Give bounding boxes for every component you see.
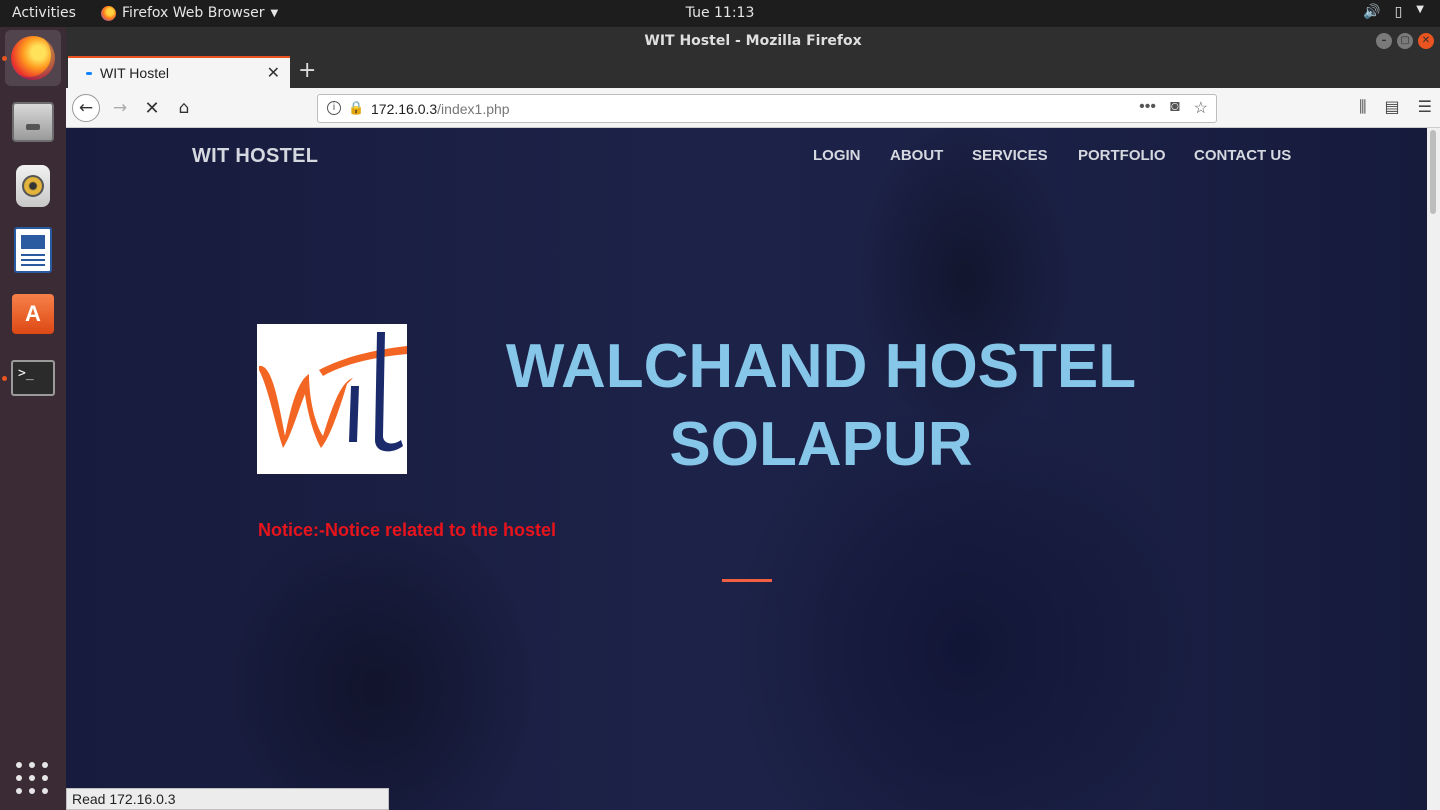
dock-terminal[interactable]: >_ bbox=[2, 350, 61, 406]
scrollbar-thumb[interactable] bbox=[1430, 130, 1436, 214]
close-tab-icon[interactable]: ✕ bbox=[267, 63, 280, 83]
dock-files[interactable] bbox=[5, 94, 61, 150]
pocket-icon[interactable]: ◙ bbox=[1170, 98, 1180, 118]
running-indicator bbox=[2, 376, 7, 381]
home-button[interactable]: ⌂ bbox=[170, 94, 198, 122]
page-viewport: WIT HOSTEL LOGIN ABOUT SERVICES PORTFOLI… bbox=[66, 128, 1427, 810]
dock-software[interactable]: A bbox=[5, 286, 61, 342]
dock-rhythmbox[interactable] bbox=[5, 158, 61, 214]
bookmark-star-icon[interactable]: ☆ bbox=[1194, 98, 1208, 118]
dock-firefox[interactable] bbox=[2, 30, 61, 86]
volume-icon: 🔊 bbox=[1363, 4, 1381, 20]
menu-icon[interactable]: ☰ bbox=[1418, 97, 1432, 117]
loading-indicator bbox=[86, 71, 92, 75]
firefox-icon bbox=[11, 36, 55, 80]
maximize-button[interactable]: ▢ bbox=[1397, 33, 1413, 49]
nav-services[interactable]: SERVICES bbox=[972, 147, 1048, 164]
system-tray[interactable]: 🔊 ▯ ▼ bbox=[1363, 4, 1424, 20]
rhythmbox-icon bbox=[16, 165, 50, 207]
new-tab-button[interactable]: + bbox=[298, 58, 316, 83]
address-bar[interactable]: i 🔒 172.16.0.3/index1.php ••• ◙ ☆ bbox=[317, 94, 1217, 123]
sidebar-icon[interactable]: ▤ bbox=[1385, 97, 1400, 117]
navigation-toolbar: ← → ✕ ⌂ i 🔒 172.16.0.3/index1.php ••• ◙ … bbox=[66, 88, 1440, 128]
site-brand[interactable]: WIT HOSTEL bbox=[192, 145, 318, 168]
forward-button[interactable]: → bbox=[106, 94, 134, 122]
app-menu-label: Firefox Web Browser bbox=[122, 5, 265, 21]
wit-logo bbox=[257, 324, 407, 474]
minimize-button[interactable]: – bbox=[1376, 33, 1392, 49]
hero-title: WALCHAND HOSTEL SOLAPUR bbox=[461, 328, 1181, 484]
chevron-down-icon: ▼ bbox=[1416, 4, 1424, 15]
info-icon[interactable]: i bbox=[327, 101, 341, 115]
hero-title-line2: SOLAPUR bbox=[669, 410, 973, 479]
tab-title: WIT Hostel bbox=[100, 65, 169, 81]
chevron-down-icon: ▼ bbox=[270, 7, 279, 19]
dock-writer[interactable] bbox=[5, 222, 61, 278]
hero-divider bbox=[722, 579, 772, 582]
page-scrollbar[interactable] bbox=[1427, 128, 1440, 810]
files-icon bbox=[12, 102, 54, 142]
battery-icon: ▯ bbox=[1394, 4, 1403, 20]
running-indicator bbox=[2, 56, 7, 61]
software-center-icon: A bbox=[12, 294, 54, 334]
nav-contact-us[interactable]: CONTACT US bbox=[1194, 147, 1291, 164]
nav-portfolio[interactable]: PORTFOLIO bbox=[1078, 147, 1166, 164]
hero-title-line1: WALCHAND HOSTEL bbox=[505, 332, 1137, 401]
tab-wit-hostel[interactable]: WIT Hostel ✕ bbox=[68, 56, 290, 88]
firefox-window: WIT Hostel - Mozilla Firefox – ▢ ✕ WIT H… bbox=[66, 27, 1440, 810]
show-applications-button[interactable] bbox=[16, 762, 50, 796]
system-top-bar: Activities Firefox Web Browser ▼ Tue 11:… bbox=[0, 0, 1440, 27]
stop-button[interactable]: ✕ bbox=[138, 94, 166, 122]
nav-login[interactable]: LOGIN bbox=[813, 147, 861, 164]
dock: A >_ bbox=[0, 27, 66, 810]
notice-text: Notice:-Notice related to the hostel bbox=[258, 520, 557, 540]
app-menu[interactable]: Firefox Web Browser ▼ bbox=[101, 5, 278, 21]
insecure-lock-icon[interactable]: 🔒 bbox=[348, 100, 364, 116]
nav-about[interactable]: ABOUT bbox=[890, 147, 943, 164]
firefox-icon bbox=[101, 5, 116, 21]
back-button[interactable]: ← bbox=[72, 94, 100, 122]
status-bar: Read 172.16.0.3 bbox=[66, 788, 389, 810]
libreoffice-writer-icon bbox=[14, 227, 52, 273]
page-actions-icon[interactable]: ••• bbox=[1139, 98, 1156, 118]
window-title: WIT Hostel - Mozilla Firefox bbox=[644, 33, 862, 49]
tab-strip: WIT Hostel ✕ + bbox=[66, 55, 1440, 88]
terminal-icon: >_ bbox=[11, 360, 55, 396]
url-text: 172.16.0.3/index1.php bbox=[371, 101, 510, 117]
activities-button[interactable]: Activities bbox=[12, 5, 76, 21]
close-window-button[interactable]: ✕ bbox=[1418, 33, 1434, 49]
library-icon[interactable]: ⫼ bbox=[1359, 97, 1366, 117]
window-titlebar[interactable]: WIT Hostel - Mozilla Firefox – ▢ ✕ bbox=[66, 27, 1440, 55]
